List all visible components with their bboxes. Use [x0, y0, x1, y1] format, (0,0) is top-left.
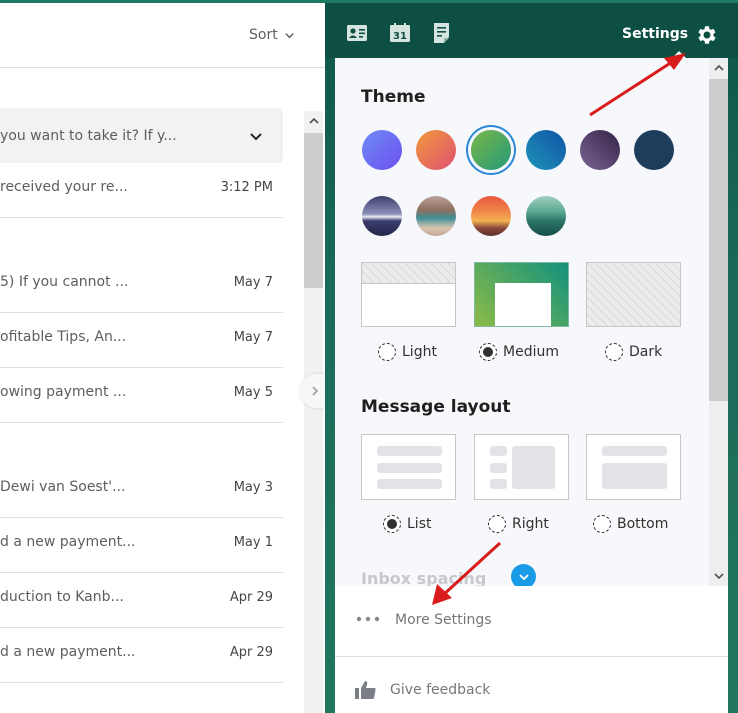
message-row[interactable]: ofitable Tips, An... May 7	[0, 313, 283, 368]
settings-scrollbar[interactable]	[709, 58, 728, 586]
mode-radio-light[interactable]: Light	[378, 343, 437, 361]
mode-preview-medium[interactable]	[474, 262, 569, 327]
give-feedback-label: Give feedback	[390, 682, 491, 698]
sort-label: Sort	[249, 27, 278, 43]
more-settings-link[interactable]: More Settings	[335, 586, 728, 657]
popover-caret	[672, 51, 686, 58]
mode-radio-medium[interactable]: Medium	[479, 343, 559, 361]
message-date: May 3	[233, 480, 273, 495]
inbox-spacing-heading: Inbox spacing	[361, 569, 487, 586]
message-date: May 7	[233, 330, 273, 345]
layout-radio-bottom[interactable]: Bottom	[593, 515, 668, 533]
layout-label-right: Right	[512, 516, 549, 532]
message-list: Sort you want to take it? If y... receiv…	[0, 3, 325, 713]
theme-heading: Theme	[361, 87, 426, 107]
mode-label-dark: Dark	[629, 344, 663, 360]
scroll-up-button[interactable]	[709, 58, 728, 78]
preview-snippet: you want to take it? If y...	[0, 128, 177, 144]
message-date: Apr 29	[229, 645, 273, 660]
expanded-conversation[interactable]: you want to take it? If y...	[0, 108, 283, 163]
mode-preview-light[interactable]	[361, 262, 456, 327]
theme-swatch-camper[interactable]	[416, 196, 456, 236]
settings-footer: More Settings Give feedback	[335, 586, 728, 713]
radio-indicator[interactable]	[378, 343, 396, 361]
message-date: May 7	[233, 275, 273, 290]
mode-radio-dark[interactable]: Dark	[605, 343, 662, 361]
chevron-down-icon	[518, 573, 529, 580]
calendar-icon[interactable]: 31	[389, 22, 411, 44]
tasks-icon[interactable]	[431, 22, 453, 44]
theme-swatch-purple[interactable]	[362, 130, 402, 170]
message-row[interactable]: Dewi van Soest'... May 3	[0, 463, 283, 518]
scroll-down-button[interactable]	[709, 566, 728, 586]
theme-swatch-orange[interactable]	[416, 130, 456, 170]
message-date: 3:12 PM	[220, 180, 273, 195]
settings-scroll-area: Theme Light Medium Dark Message layout L…	[335, 58, 709, 586]
message-snippet: Dewi van Soest'...	[0, 479, 126, 495]
radio-indicator[interactable]	[383, 515, 401, 533]
message-list-scrollbar[interactable]	[304, 111, 323, 713]
layout-label-bottom: Bottom	[617, 516, 669, 532]
contacts-icon[interactable]	[346, 22, 368, 44]
theme-swatch-plum[interactable]	[580, 130, 620, 170]
scroll-more-button[interactable]	[511, 564, 536, 586]
theme-swatch-green[interactable]	[471, 130, 511, 170]
message-date: May 5	[233, 385, 273, 400]
radio-indicator[interactable]	[593, 515, 611, 533]
message-snippet: ofitable Tips, An...	[0, 329, 127, 345]
message-date: Apr 29	[229, 590, 273, 605]
message-row[interactable]: 5) If you cannot ... May 7	[0, 258, 283, 313]
calendar-day: 31	[393, 31, 407, 42]
layout-radio-right[interactable]: Right	[488, 515, 549, 533]
message-snippet: owing payment ...	[0, 384, 127, 400]
scroll-up-button[interactable]	[304, 111, 323, 131]
chevron-up-icon	[713, 64, 724, 71]
chevron-right-icon	[312, 386, 319, 396]
scrollbar-thumb[interactable]	[709, 79, 728, 401]
radio-indicator[interactable]	[488, 515, 506, 533]
message-snippet: 5) If you cannot ...	[0, 274, 129, 290]
thumbs-up-icon	[355, 681, 376, 699]
more-settings-label: More Settings	[395, 612, 492, 628]
theme-swatch-navy[interactable]	[634, 130, 674, 170]
theme-swatch-blue[interactable]	[526, 130, 566, 170]
mode-label-light: Light	[402, 344, 437, 360]
message-row[interactable]: d a new payment... Apr 29	[0, 628, 283, 683]
message-row[interactable]: d a new payment... May 1	[0, 518, 283, 573]
theme-swatch-lake[interactable]	[526, 196, 566, 236]
chevron-up-icon	[308, 117, 319, 124]
quick-settings-panel: Theme Light Medium Dark Message layout L…	[335, 58, 728, 713]
message-snippet: d a new payment...	[0, 534, 136, 550]
theme-swatch-mountains[interactable]	[362, 196, 402, 236]
message-layout-heading: Message layout	[361, 397, 511, 417]
sort-button[interactable]: Sort	[249, 27, 295, 43]
mode-preview-dark[interactable]	[586, 262, 681, 327]
chevron-down-icon	[285, 32, 294, 38]
gear-icon[interactable]	[695, 23, 719, 47]
chevron-down-icon	[713, 573, 724, 580]
give-feedback-link[interactable]: Give feedback	[335, 657, 728, 713]
layout-preview-bottom[interactable]	[586, 434, 681, 500]
mode-label-medium: Medium	[503, 344, 559, 360]
more-dots-icon	[356, 616, 380, 622]
radio-indicator[interactable]	[479, 343, 497, 361]
message-date: May 1	[233, 535, 273, 550]
layout-preview-list[interactable]	[361, 434, 456, 500]
message-snippet: received your re...	[0, 179, 128, 195]
message-list-header: Sort	[0, 3, 325, 68]
scrollbar-thumb[interactable]	[304, 133, 323, 288]
settings-title: Settings	[622, 26, 689, 42]
message-snippet: duction to Kanb...	[0, 589, 124, 605]
layout-label-list: List	[407, 516, 432, 532]
theme-swatch-sunset[interactable]	[471, 196, 511, 236]
message-row[interactable]: duction to Kanb... Apr 29	[0, 573, 283, 628]
message-row[interactable]: received your re... 3:12 PM	[0, 163, 283, 218]
message-snippet: d a new payment...	[0, 644, 136, 660]
message-row[interactable]: owing payment ... May 5	[0, 368, 283, 423]
radio-indicator[interactable]	[605, 343, 623, 361]
chevron-down-icon[interactable]	[249, 129, 263, 143]
layout-preview-right[interactable]	[474, 434, 569, 500]
layout-radio-list[interactable]: List	[383, 515, 431, 533]
